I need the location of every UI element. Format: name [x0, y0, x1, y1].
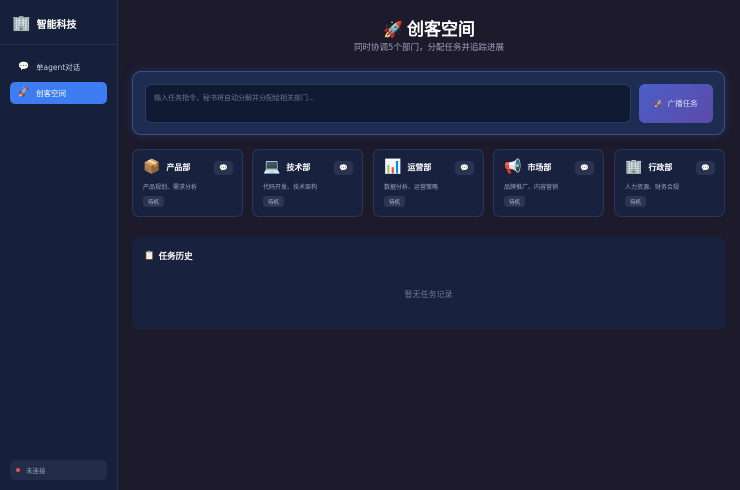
department-card-product[interactable]: 📦 产品部 💬 产品规划、需求分析 待机: [132, 149, 243, 217]
task-history-panel: 📋 任务历史 暂无任务记录: [132, 237, 725, 330]
chat-bubble-icon: 💬: [580, 164, 589, 172]
chart-icon: 📊: [384, 159, 402, 175]
sidebar-item-label: 单agent对话: [36, 62, 81, 72]
clipboard-icon: 📋: [144, 251, 155, 261]
department-name: 产品部: [166, 162, 191, 172]
chat-bubble-icon: 💬: [460, 164, 469, 172]
department-description: 品牌推广、内容营销: [504, 184, 559, 191]
chat-button[interactable]: 💬: [455, 161, 474, 175]
rocket-icon: 🚀: [654, 99, 664, 108]
department-name: 运营部: [407, 162, 432, 172]
task-history-title: 📋 任务历史: [144, 250, 193, 262]
broadcast-task-button[interactable]: 🚀 广播任务: [639, 84, 713, 123]
status-badge: 待机: [143, 196, 165, 207]
department-card-operations[interactable]: 📊 运营部 💬 数据分析、运营策略 待机: [373, 149, 484, 217]
department-description: 数据分析、运营策略: [384, 184, 439, 191]
megaphone-icon: 📢: [504, 159, 522, 175]
department-name: 技术部: [286, 162, 311, 172]
chat-bubble-icon: 💬: [219, 164, 228, 172]
rocket-icon: 🚀: [18, 88, 30, 98]
department-description: 人力资源、财务合规: [625, 184, 680, 191]
chat-button[interactable]: 💬: [334, 161, 353, 175]
department-description: 产品规划、需求分析: [143, 184, 198, 191]
chat-button[interactable]: 💬: [575, 161, 594, 175]
sidebar-item-label: 创客空间: [36, 88, 66, 98]
page-title-text: 创客空间: [406, 20, 475, 40]
chat-bubble-icon: 💬: [18, 62, 30, 72]
task-history-empty: 暂无任务记录: [404, 290, 453, 299]
page-title: 🚀 创客空间: [118, 15, 740, 40]
chat-bubble-icon: 💬: [701, 164, 710, 172]
department-name: 行政部: [648, 162, 673, 172]
laptop-icon: 💻: [263, 159, 281, 175]
status-badge: 待机: [625, 196, 647, 207]
brand-name: 智能科技: [36, 19, 77, 31]
department-card-marketing[interactable]: 📢 市场部 💬 品牌推广、内容营销 待机: [493, 149, 604, 217]
status-badge: 待机: [504, 196, 526, 207]
sidebar-divider: [0, 44, 117, 45]
task-input[interactable]: [145, 84, 631, 123]
chat-button[interactable]: 💬: [214, 161, 233, 175]
sidebar-item-single-agent-chat[interactable]: 💬 单agent对话: [10, 56, 107, 78]
sidebar: 🏢 智能科技 💬 单agent对话 🚀 创客空间 未连接: [0, 0, 118, 490]
department-card-admin[interactable]: 🏢 行政部 💬 人力资源、财务合规 待机: [614, 149, 725, 217]
department-card-tech[interactable]: 💻 技术部 💬 代码开发、技术架构 待机: [252, 149, 363, 217]
main-content: 🚀创客空间 同时协调5个部门，分配任务并追踪进展 🚀 广播任务 📦 产品部 💬 …: [118, 0, 740, 490]
connection-status: 未连接: [10, 460, 107, 480]
status-badge: 待机: [384, 196, 406, 207]
broadcast-task-label: 广播任务: [667, 99, 698, 108]
department-description: 代码开发、技术架构: [263, 184, 318, 191]
chat-button[interactable]: 💬: [696, 161, 715, 175]
brand: 🏢 智能科技: [12, 12, 77, 34]
connection-status-label: 未连接: [26, 467, 46, 475]
sidebar-item-maker-space[interactable]: 🚀 创客空间: [10, 82, 107, 104]
page-subtitle: 同时协调5个部门，分配任务并追踪进展: [354, 43, 504, 53]
task-panel: 🚀 广播任务: [132, 71, 725, 135]
office-building-icon: 🏢: [625, 159, 643, 175]
package-icon: 📦: [143, 159, 161, 175]
status-dot-icon: [16, 468, 20, 472]
department-name: 市场部: [527, 162, 552, 172]
office-building-icon: 🏢: [12, 13, 31, 32]
status-badge: 待机: [263, 196, 285, 207]
task-history-title-text: 任务历史: [158, 252, 193, 262]
chat-bubble-icon: 💬: [339, 164, 348, 172]
rocket-icon: 🚀: [383, 20, 403, 39]
